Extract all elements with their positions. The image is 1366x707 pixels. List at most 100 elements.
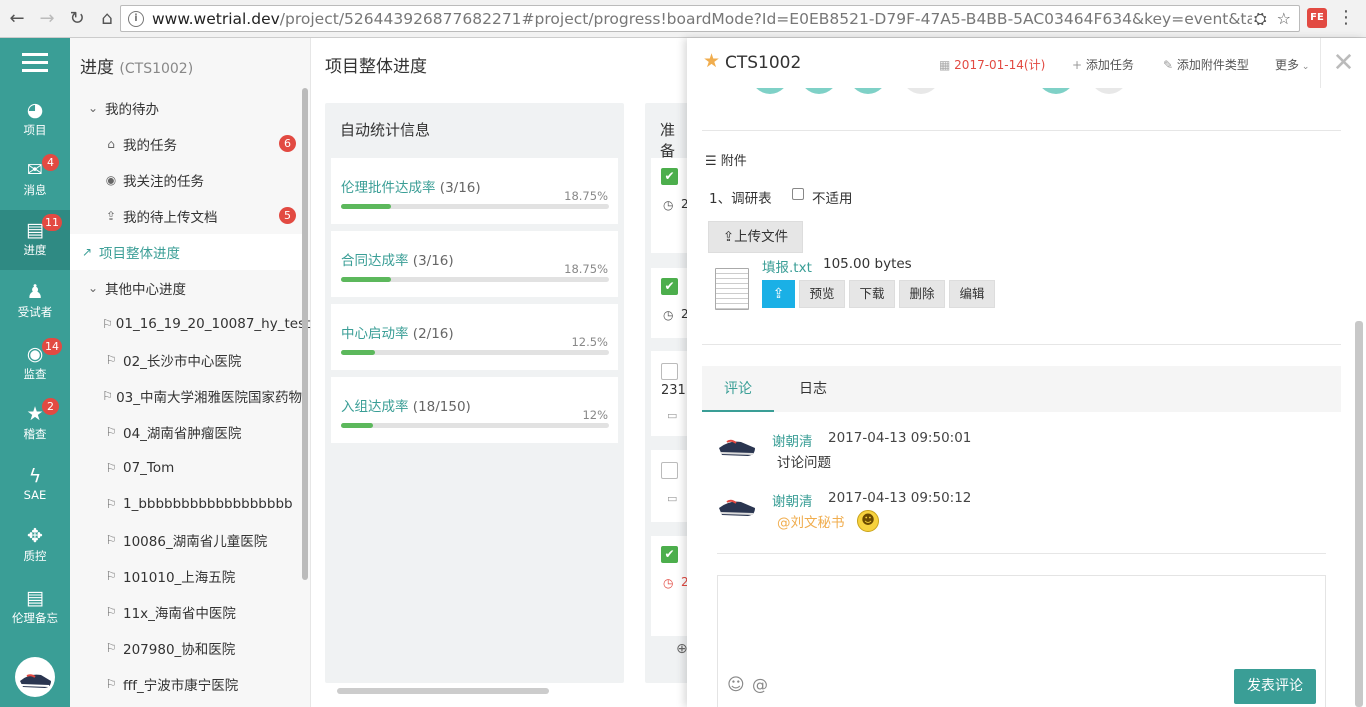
upload-new-version-button[interactable]: ⇪	[762, 280, 795, 308]
forward-icon[interactable]: →	[34, 6, 60, 32]
sidebar-item[interactable]: ⚐ 02_长沙市中心医院	[70, 342, 302, 378]
sidebar-scrollbar[interactable]	[302, 88, 308, 580]
delete-button[interactable]: 删除	[899, 280, 945, 308]
info-icon[interactable]: i	[128, 10, 144, 27]
close-icon[interactable]: ✕	[1320, 38, 1366, 88]
sidebar-title: 进度 (CTS1002)	[80, 58, 194, 78]
stat-card[interactable]: 入组达成率 (18/150) 12%	[331, 377, 618, 443]
url-text[interactable]: www.wetrial.dev/project/5264439268776822…	[152, 10, 1252, 28]
flag-icon: ⚐	[105, 677, 117, 691]
board-horizontal-scrollbar[interactable]	[337, 688, 549, 694]
reload-icon[interactable]: ↻	[64, 6, 90, 32]
home-icon[interactable]: ⌂	[94, 6, 120, 32]
add-attachment-type-button[interactable]: ✎ 添加附件类型	[1163, 56, 1249, 73]
task-card[interactable]: ▭	[651, 450, 689, 522]
task-card[interactable]: ✔ ◷ 2	[651, 158, 689, 253]
upload-file-button[interactable]: ⇪上传文件	[708, 221, 803, 253]
pie-chart-icon: ◕	[26, 99, 44, 121]
rail-item-label: 消息	[23, 183, 47, 197]
add-card-icon[interactable]: ⊕	[676, 641, 688, 657]
progress-bar	[341, 423, 609, 428]
sidebar-item[interactable]: ⌄ 其他中心进度	[70, 270, 302, 306]
avatar[interactable]	[717, 428, 757, 462]
sidebar-item[interactable]: ⚐ 03_中南大学湘雅医院国家药物	[70, 378, 302, 414]
back-icon[interactable]: ←	[4, 6, 30, 32]
avatar[interactable]	[717, 488, 757, 522]
count-badge: 4	[42, 154, 59, 171]
comment-author[interactable]: 谢朝清	[772, 430, 813, 450]
rail-item-envelope[interactable]: ✉ 消息 4	[0, 150, 70, 210]
checkbox-unchecked[interactable]	[661, 462, 678, 479]
address-bar[interactable]: i www.wetrial.dev/project/52644392687768…	[120, 5, 1300, 32]
task-card[interactable]: ✔ ◷ 2	[651, 268, 689, 338]
sidebar-item[interactable]: ⌄ 我的待办	[70, 90, 302, 126]
sidebar-item[interactable]: ⇪ 我的待上传文档 5	[70, 198, 302, 234]
checkbox-unchecked[interactable]	[661, 363, 678, 380]
sidebar-item[interactable]: ⚐ 11x_海南省中医院	[70, 594, 302, 630]
sidebar-item[interactable]: ⚐ 1_bbbbbbbbbbbbbbbbbb	[70, 486, 302, 522]
rail-item-person[interactable]: ♟ 受试者	[0, 272, 70, 332]
checkbox-checked[interactable]: ✔	[661, 546, 678, 563]
item-icon: ◉	[105, 173, 117, 187]
task-detail-panel: ★ CTS1002 ▦ 2017-01-14(计) + 添加任务 ✎ 添加附件类…	[687, 38, 1366, 707]
translate-icon[interactable]: ⛭	[1254, 9, 1267, 29]
sidebar-item[interactable]: ⚐ 01_16_19_20_10087_hy_test	[70, 306, 310, 342]
rail-item-label: 项目	[23, 123, 47, 137]
emoji-icon[interactable]: ☺	[727, 675, 745, 695]
comment-author[interactable]: 谢朝清	[772, 490, 813, 510]
stat-percent: 18.75%	[564, 189, 608, 203]
tab-comment[interactable]: 评论	[702, 366, 774, 412]
rail-item-star[interactable]: ★ 稽查 2	[0, 394, 70, 454]
file-name-link[interactable]: 填报.txt	[762, 256, 812, 276]
sidebar-item[interactable]: ⚐ 04_湖南省肿瘤医院	[70, 414, 302, 450]
sidebar-item[interactable]: ⚐ 207980_协和医院	[70, 630, 302, 666]
sidebar-item[interactable]: ↗ 项目整体进度	[70, 234, 302, 270]
stat-card[interactable]: 伦理批件达成率 (3/16) 18.75%	[331, 158, 618, 224]
sidebar-item-label: 我的待办	[105, 102, 159, 118]
sidebar-item[interactable]: ⚐ fff_宁波市康宁医院	[70, 666, 302, 702]
bookmark-star-icon[interactable]: ☆	[1277, 9, 1291, 29]
progress-fill	[341, 350, 375, 355]
checkbox-checked[interactable]: ✔	[661, 168, 678, 185]
sidebar-item[interactable]: ⚐ 07_Tom	[70, 450, 302, 486]
sidebar-item-label: 01_16_19_20_10087_hy_test	[115, 316, 311, 332]
panel-scrollbar[interactable]	[1355, 321, 1363, 707]
hamburger-menu-icon[interactable]	[22, 53, 48, 73]
sidebar-item[interactable]: ⌂ 我的任务 6	[70, 126, 302, 162]
more-dropdown[interactable]: 更多 ⌄	[1275, 56, 1309, 73]
task-card[interactable]: 231. ▭	[651, 351, 690, 436]
submit-comment-button[interactable]: 发表评论	[1234, 669, 1316, 704]
file-icon	[715, 268, 749, 310]
rail-item-bolt[interactable]: ϟ SAE	[0, 456, 70, 516]
user-avatar[interactable]	[15, 657, 55, 697]
rail-item-eye[interactable]: ◉ 监查 14	[0, 334, 70, 394]
task-card[interactable]: ✔ ◷ 2	[651, 536, 689, 636]
edit-button[interactable]: 编辑	[949, 280, 995, 308]
star-icon[interactable]: ★	[703, 50, 720, 72]
not-applicable-checkbox[interactable]	[792, 188, 804, 200]
checkbox-checked[interactable]: ✔	[661, 278, 678, 295]
stat-card[interactable]: 中心启动率 (2/16) 12.5%	[331, 304, 618, 370]
sidebar-item[interactable]: ⚐ 10086_湖南省儿童医院	[70, 522, 302, 558]
sidebar-item-label: 项目整体进度	[99, 246, 180, 262]
stat-card[interactable]: 合同达成率 (3/16) 18.75%	[331, 231, 618, 297]
main-nav-rail: ◕ 项目 ✉ 消息 4 ▤ 进度 11 ♟ 受试者 ◉ 监查 14 ★ 稽查 2 ϟ SAE ✥ 质控 ▤ 伦理备忘	[0, 38, 70, 707]
rail-item-list[interactable]: ▤ 进度 11	[0, 210, 70, 270]
tab-log[interactable]: 日志	[782, 366, 844, 412]
download-button[interactable]: 下载	[849, 280, 895, 308]
due-date[interactable]: ▦ 2017-01-14(计)	[939, 56, 1045, 73]
sidebar-item[interactable]: ◉ 我关注的任务	[70, 162, 302, 198]
rail-item-pie-chart[interactable]: ◕ 项目	[0, 90, 70, 150]
rail-item-crosshair[interactable]: ✥ 质控	[0, 516, 70, 576]
preview-button[interactable]: 预览	[799, 280, 845, 308]
extension-icon[interactable]: FE	[1307, 8, 1327, 28]
paperclip-icon: ✎	[1163, 58, 1174, 72]
menu-icon[interactable]: ⋮	[1336, 8, 1356, 28]
mention-icon[interactable]: @	[752, 675, 768, 694]
rail-item-list[interactable]: ▤ 伦理备忘	[0, 578, 70, 638]
item-icon: ↗	[81, 245, 93, 259]
chevron-down-icon: ⌄	[1299, 62, 1310, 72]
flag-icon: ⚐	[102, 389, 113, 403]
add-task-button[interactable]: + 添加任务	[1072, 56, 1134, 73]
sidebar-item[interactable]: ⚐ 101010_上海五院	[70, 558, 302, 594]
